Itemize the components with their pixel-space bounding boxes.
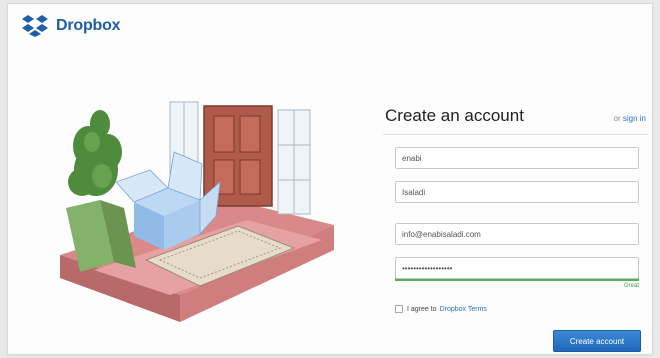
brand-name: Dropbox (56, 17, 121, 34)
last-name-field[interactable] (395, 181, 639, 203)
header-divider (383, 134, 648, 135)
signup-form: Create an account or sign in Great I agr… (383, 106, 648, 352)
password-field[interactable] (395, 257, 639, 279)
terms-checkbox[interactable] (395, 305, 403, 313)
brand-logo[interactable]: Dropbox (20, 14, 121, 38)
dropbox-logo-icon (22, 15, 48, 37)
field-gap (383, 215, 648, 223)
first-name-field[interactable] (395, 147, 639, 169)
password-strength-label: Great (623, 283, 639, 289)
terms-link[interactable]: Dropbox Terms (440, 306, 487, 313)
signin-link[interactable]: sign in (623, 114, 646, 123)
terms-row: I agree to Dropbox Terms (395, 305, 648, 313)
page-frame: Dropbox Create an account or sign in ena… (8, 4, 652, 354)
front-door-welcome-illustration (60, 101, 334, 322)
terms-label: I agree to (407, 305, 437, 313)
create-account-button[interactable]: Create account (553, 330, 641, 352)
form-header: Create an account or sign in (383, 106, 648, 126)
signin-text: or sign in (614, 114, 646, 123)
signin-prefix: or (613, 114, 621, 123)
email-field[interactable] (395, 223, 639, 245)
form-title: Create an account (385, 106, 524, 125)
